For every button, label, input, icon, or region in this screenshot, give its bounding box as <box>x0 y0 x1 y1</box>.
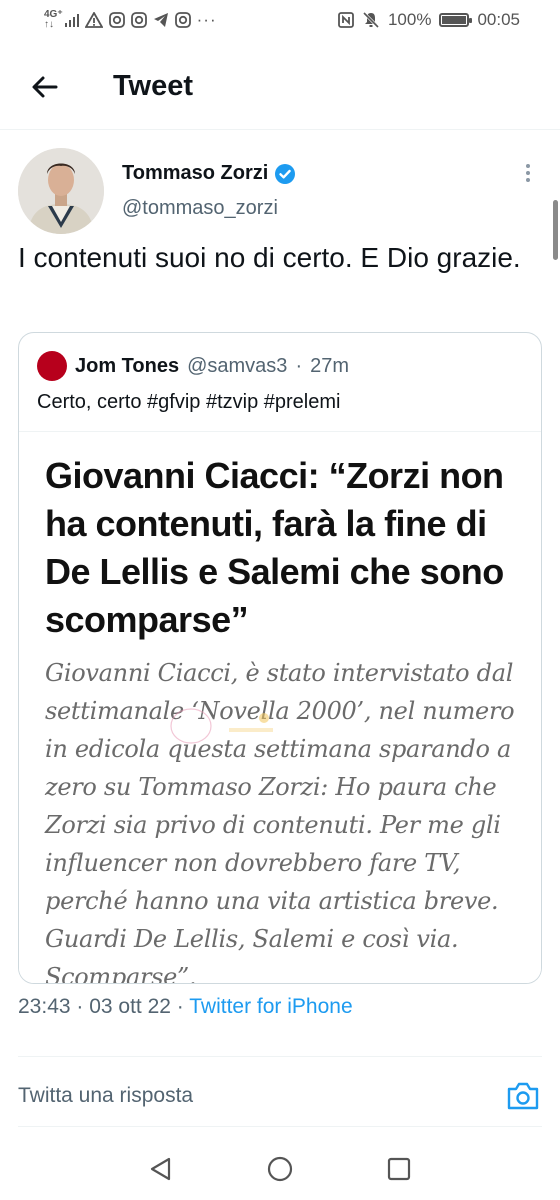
tweet-timestamp: 23:43 · 03 ott 22 · <box>18 995 190 1018</box>
tweet-text: I contenuti suoi no di certo. E Dio graz… <box>18 242 521 273</box>
article-body: Giovanni Ciacci, è stato intervistato da… <box>45 659 515 984</box>
quoted-tweet-header: Jom Tones @samvas3 · 27m <box>37 351 349 381</box>
divider <box>18 1056 542 1057</box>
camera-icon[interactable] <box>506 1080 540 1112</box>
author-name-text: Tommaso Zorzi <box>122 162 269 184</box>
quoted-tweet[interactable]: Jom Tones @samvas3 · 27m Certo, certo #g… <box>18 332 542 984</box>
instagram-icon <box>174 12 191 28</box>
page-title: Tweet <box>113 70 194 102</box>
scrollbar[interactable] <box>553 200 558 260</box>
nfc-icon <box>338 12 354 28</box>
instagram-icon <box>108 12 125 28</box>
article-headline: Giovanni Ciacci: “Zorzi non ha contenuti… <box>45 455 504 640</box>
more-notifications-icon: ··· <box>196 10 217 29</box>
clock: 00:05 <box>477 10 520 29</box>
system-navigation-bar <box>0 1134 560 1200</box>
author-handle[interactable]: @tommaso_zorzi <box>122 197 278 220</box>
signal-icon: 4G⁺ ↑↓ <box>44 10 79 30</box>
divider <box>18 1126 542 1127</box>
status-bar: 4G⁺ ↑↓ ··· 100% 00:05 <box>0 0 560 44</box>
network-activity: ↑↓ <box>44 19 54 30</box>
quoted-author-handle: @samvas3 <box>187 354 288 377</box>
app-header: Tweet <box>0 44 560 130</box>
quoted-time: 27m <box>310 354 350 377</box>
mute-icon <box>362 11 380 29</box>
quoted-image[interactable]: Giovanni Ciacci: “Zorzi non ha contenuti… <box>19 432 541 984</box>
more-options-icon[interactable] <box>520 162 536 184</box>
tweet-source-link[interactable]: Twitter for iPhone <box>189 995 352 1018</box>
avatar[interactable] <box>18 148 104 234</box>
quoted-author-name: Jom Tones <box>75 354 180 377</box>
reply-input[interactable]: Twitta una risposta <box>18 1084 193 1108</box>
telegram-icon <box>153 12 169 28</box>
back-arrow-icon[interactable] <box>28 70 62 104</box>
nav-home-icon[interactable] <box>265 1154 295 1184</box>
nav-back-icon[interactable] <box>146 1154 176 1184</box>
battery-percent: 100% <box>387 10 432 29</box>
battery-icon <box>439 13 473 27</box>
watermark-stamp <box>169 706 279 746</box>
instagram-icon <box>130 12 147 28</box>
quoted-tweet-text: Certo, certo #gfvip #tzvip #prelemi <box>37 391 341 413</box>
nav-recents-icon[interactable] <box>384 1154 414 1184</box>
quoted-avatar <box>37 351 67 381</box>
battery-fill <box>442 16 467 24</box>
quoted-separator: · <box>295 354 303 377</box>
verified-badge-icon <box>274 163 296 185</box>
tweet-meta: 23:43 · 03 ott 22 · Twitter for iPhone <box>18 995 353 1019</box>
author-name[interactable]: Tommaso Zorzi <box>122 162 296 185</box>
warning-icon <box>84 12 103 28</box>
